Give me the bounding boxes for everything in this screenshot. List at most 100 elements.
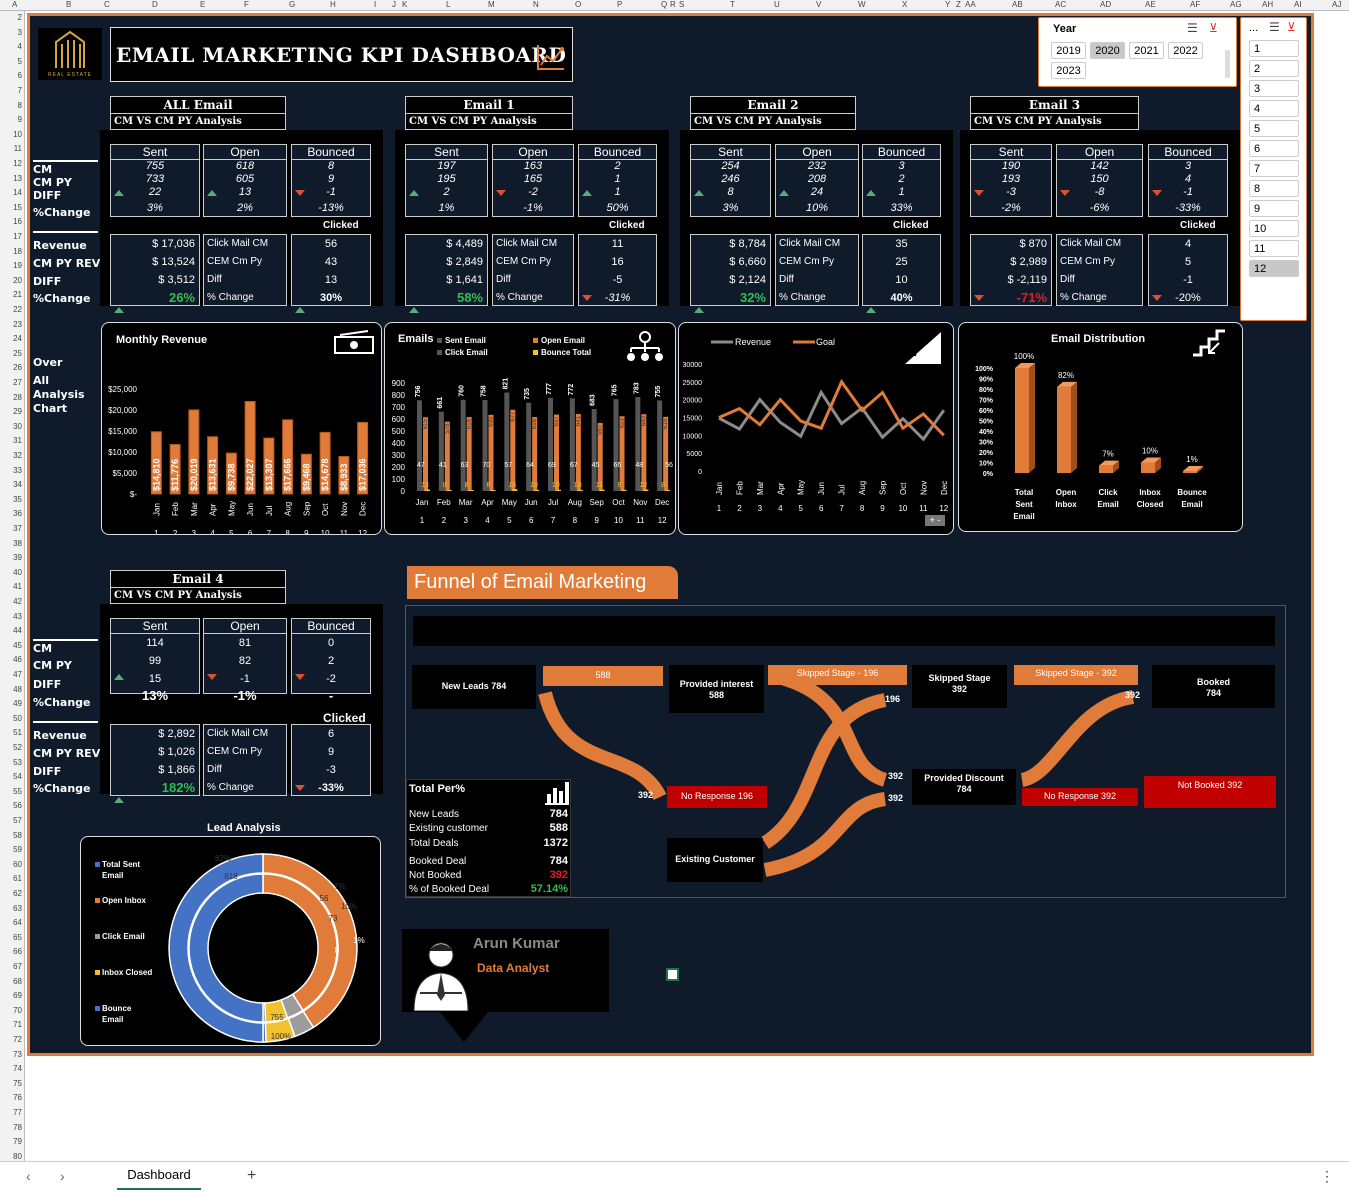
row-label[interactable]: 46	[0, 655, 22, 664]
column-label[interactable]: Z	[956, 0, 961, 9]
row-label[interactable]: 56	[0, 801, 22, 810]
row-label[interactable]: 75	[0, 1079, 22, 1088]
row-label[interactable]: 55	[0, 787, 22, 796]
month-option[interactable]: 6	[1249, 140, 1299, 157]
row-label[interactable]: 40	[0, 568, 22, 577]
row-label[interactable]: 78	[0, 1123, 22, 1132]
row-label[interactable]: 43	[0, 612, 22, 621]
column-label[interactable]: W	[858, 0, 866, 9]
row-label[interactable]: 73	[0, 1050, 22, 1059]
month-slicer[interactable]: ... ☰ ⊻ 1 2 3 4 5 6 7 8 9 10 11 12	[1240, 17, 1307, 321]
year-option[interactable]: 2022	[1168, 42, 1203, 59]
column-label[interactable]: AB	[1012, 0, 1023, 9]
row-label[interactable]: 79	[0, 1137, 22, 1146]
row-label[interactable]: 20	[0, 276, 22, 285]
row-label[interactable]: 44	[0, 626, 22, 635]
row-label[interactable]: 52	[0, 743, 22, 752]
row-label[interactable]: 72	[0, 1035, 22, 1044]
row-label[interactable]: 21	[0, 290, 22, 299]
month-option[interactable]: 12	[1249, 260, 1299, 277]
row-label[interactable]: 2	[0, 13, 22, 22]
column-label[interactable]: AF	[1190, 0, 1200, 9]
row-label[interactable]: 32	[0, 451, 22, 460]
row-label[interactable]: 64	[0, 918, 22, 927]
month-option[interactable]: 8	[1249, 180, 1299, 197]
column-label[interactable]: N	[533, 0, 539, 9]
slicer-scrollbar[interactable]	[1225, 50, 1230, 78]
row-label[interactable]: 66	[0, 947, 22, 956]
row-label[interactable]: 62	[0, 889, 22, 898]
month-option[interactable]: 4	[1249, 100, 1299, 117]
row-label[interactable]: 65	[0, 933, 22, 942]
multi-select-icon[interactable]: ☰	[1187, 21, 1198, 35]
row-label[interactable]: 18	[0, 247, 22, 256]
row-label[interactable]: 23	[0, 320, 22, 329]
row-label[interactable]: 69	[0, 991, 22, 1000]
row-label[interactable]: 61	[0, 874, 22, 883]
row-label[interactable]: 34	[0, 480, 22, 489]
column-label[interactable]: AJ	[1332, 0, 1341, 9]
column-label[interactable]: F	[244, 0, 249, 9]
column-label[interactable]: AG	[1230, 0, 1242, 9]
column-label[interactable]: B	[66, 0, 71, 9]
row-label[interactable]: 33	[0, 466, 22, 475]
multi-select-icon[interactable]: ☰	[1269, 20, 1280, 34]
row-label[interactable]: 67	[0, 962, 22, 971]
month-option[interactable]: 10	[1249, 220, 1299, 237]
column-label[interactable]: M	[488, 0, 495, 9]
month-option[interactable]: 7	[1249, 160, 1299, 177]
row-label[interactable]: 27	[0, 378, 22, 387]
year-slicer[interactable]: Year ☰ ⊻ 2019 2020 2021 2022 2023	[1038, 17, 1237, 87]
row-label[interactable]: 45	[0, 641, 22, 650]
column-label[interactable]: S	[679, 0, 684, 9]
row-label[interactable]: 74	[0, 1064, 22, 1073]
row-label[interactable]: 6	[0, 71, 22, 80]
row-label[interactable]: 10	[0, 130, 22, 139]
row-label[interactable]: 59	[0, 845, 22, 854]
column-label[interactable]: V	[816, 0, 821, 9]
row-label[interactable]: 14	[0, 188, 22, 197]
row-label[interactable]: 42	[0, 597, 22, 606]
row-label[interactable]: 12	[0, 159, 22, 168]
active-cell[interactable]	[666, 968, 679, 981]
row-label[interactable]: 3	[0, 28, 22, 37]
column-label[interactable]: K	[402, 0, 407, 9]
chart-expand-button[interactable]: + -	[925, 515, 945, 526]
row-label[interactable]: 80	[0, 1152, 22, 1161]
year-option[interactable]: 2020	[1090, 42, 1125, 59]
row-label[interactable]: 53	[0, 758, 22, 767]
column-label[interactable]: U	[774, 0, 780, 9]
column-label[interactable]: E	[200, 0, 205, 9]
clear-filter-icon[interactable]: ⊻	[1287, 20, 1296, 34]
column-label[interactable]: L	[446, 0, 450, 9]
row-label[interactable]: 13	[0, 174, 22, 183]
column-label[interactable]: Y	[945, 0, 950, 9]
column-label[interactable]: O	[575, 0, 581, 9]
row-label[interactable]: 47	[0, 670, 22, 679]
row-label[interactable]: 31	[0, 436, 22, 445]
column-label[interactable]: I	[374, 0, 376, 9]
column-label[interactable]: G	[289, 0, 295, 9]
row-label[interactable]: 25	[0, 349, 22, 358]
row-label[interactable]: 26	[0, 363, 22, 372]
row-label[interactable]: 38	[0, 539, 22, 548]
row-label[interactable]: 17	[0, 232, 22, 241]
column-label[interactable]: AI	[1294, 0, 1302, 9]
column-label[interactable]: D	[152, 0, 158, 9]
year-option[interactable]: 2019	[1051, 42, 1086, 59]
row-label[interactable]: 30	[0, 422, 22, 431]
month-option[interactable]: 3	[1249, 80, 1299, 97]
row-label[interactable]: 60	[0, 860, 22, 869]
column-label[interactable]: C	[104, 0, 110, 9]
row-label[interactable]: 5	[0, 57, 22, 66]
row-label[interactable]: 11	[0, 144, 22, 153]
row-label[interactable]: 8	[0, 101, 22, 110]
more-options-icon[interactable]: ⋮	[1320, 1168, 1334, 1185]
row-label[interactable]: 9	[0, 115, 22, 124]
row-label[interactable]: 77	[0, 1108, 22, 1117]
row-label[interactable]: 22	[0, 305, 22, 314]
row-label[interactable]: 54	[0, 772, 22, 781]
row-label[interactable]: 28	[0, 393, 22, 402]
column-label[interactable]: AC	[1055, 0, 1066, 9]
row-label[interactable]: 50	[0, 714, 22, 723]
